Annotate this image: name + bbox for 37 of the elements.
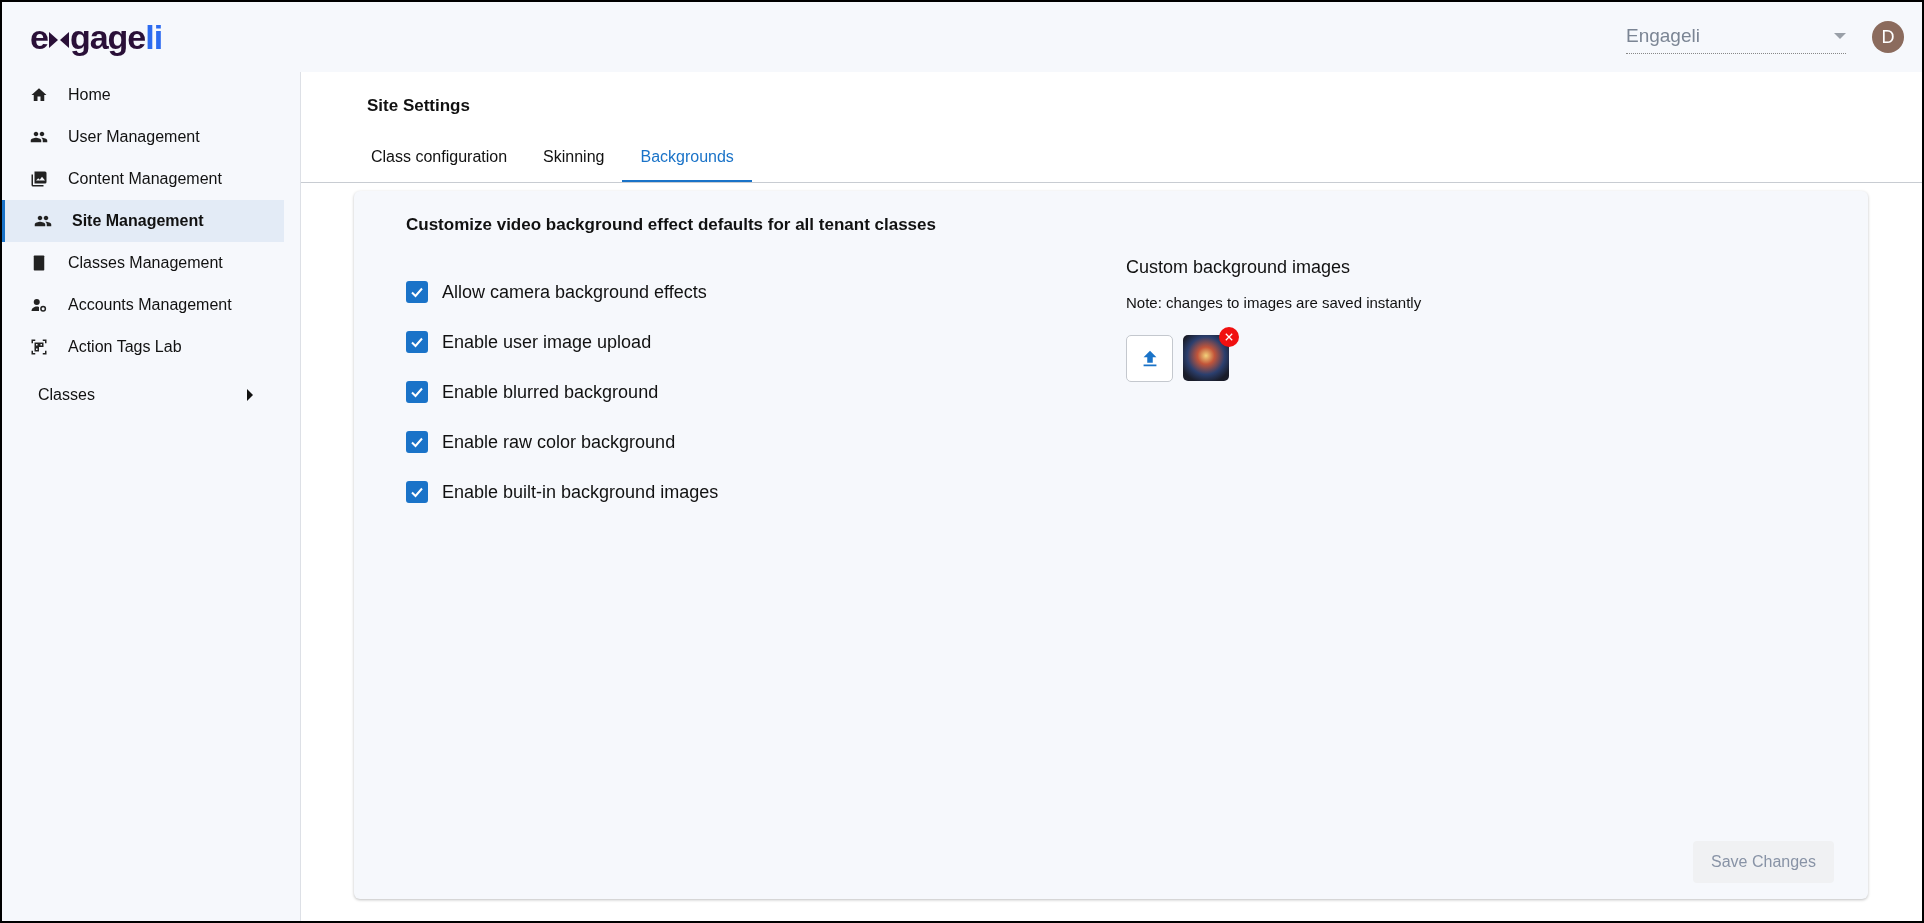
settings-tab[interactable]: Skinning xyxy=(525,144,623,182)
checkbox[interactable] xyxy=(406,481,428,503)
sidebar-item[interactable]: Action Tags Lab xyxy=(2,326,284,368)
checkbox[interactable] xyxy=(406,431,428,453)
settings-tab[interactable]: Backgrounds xyxy=(622,144,752,182)
checkbox[interactable] xyxy=(406,281,428,303)
person-gear-icon xyxy=(30,296,48,314)
caret-icon xyxy=(1834,32,1846,39)
upload-button[interactable] xyxy=(1126,335,1173,382)
sidebar-item[interactable]: Accounts Management xyxy=(2,284,284,326)
sidebar-item[interactable]: User Management xyxy=(2,116,284,158)
checkbox-label: Allow camera background effects xyxy=(442,281,707,303)
page-title: Site Settings xyxy=(367,96,471,116)
checkbox-label: Enable built-in background images xyxy=(442,481,719,503)
sidebar-item[interactable]: Home xyxy=(2,74,284,116)
user-avatar[interactable]: D xyxy=(1872,21,1904,53)
sidebar-item[interactable]: Classes Management xyxy=(2,242,284,284)
checkbox[interactable] xyxy=(406,331,428,353)
sidebar-item[interactable]: Site Management xyxy=(2,200,284,242)
settings-tab[interactable]: Class configuration xyxy=(367,144,526,182)
tenant-select[interactable]: Engageli xyxy=(1626,20,1846,54)
engageli-logo: e gageli xyxy=(30,17,163,57)
photo-library-icon xyxy=(30,170,48,188)
note-text: Note: changes to images are saved instantly xyxy=(1126,294,1422,311)
qr-code-icon xyxy=(30,338,48,356)
sidebar-item[interactable]: Content Management xyxy=(2,158,284,200)
checkbox-label: Enable user image upload xyxy=(442,331,652,353)
checkbox-label: Enable blurred background xyxy=(442,381,659,403)
home-icon xyxy=(30,86,48,104)
card-heading: Customize video background effect defaults for all tenant classes xyxy=(406,215,937,235)
caret-right-icon xyxy=(246,389,254,401)
remove-icon[interactable] xyxy=(1219,327,1239,347)
checkbox-label: Enable raw color background xyxy=(442,431,676,453)
sidebar-section[interactable]: Classes xyxy=(2,374,284,416)
photo-placeholder xyxy=(1183,335,1229,381)
checkbox[interactable] xyxy=(406,381,428,403)
section-title: Custom background images xyxy=(1126,257,1352,278)
